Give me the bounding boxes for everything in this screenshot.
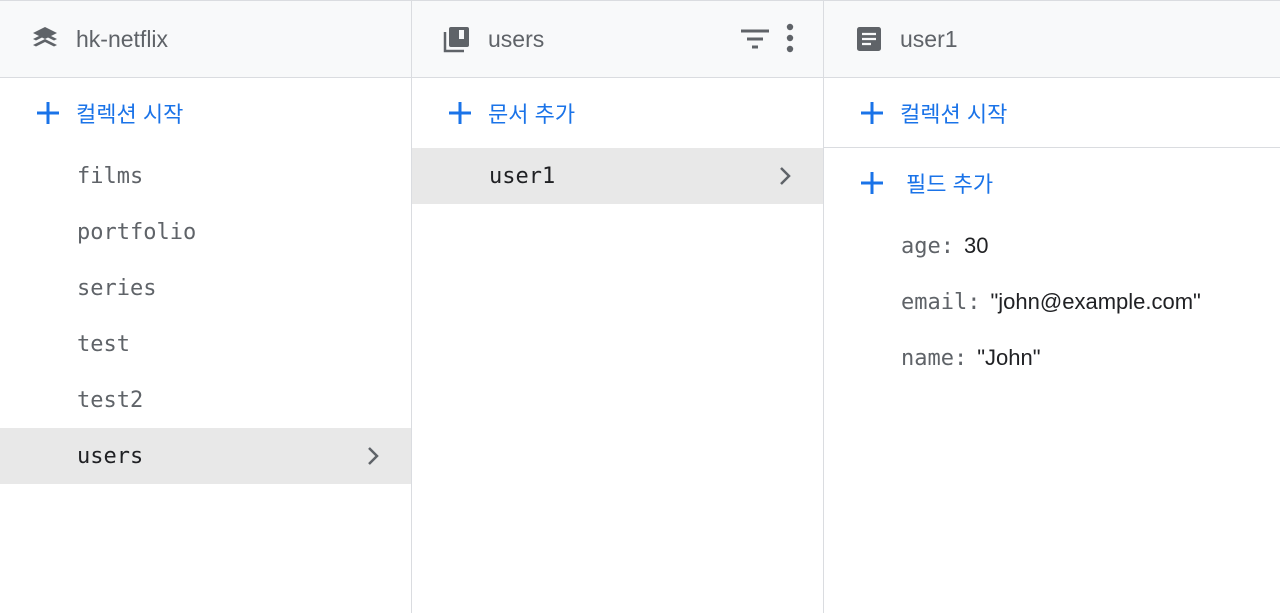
collection-item-test2[interactable]: test2	[0, 372, 411, 428]
plus-icon	[34, 99, 62, 127]
collection-panel: users 문서 추가 user1	[412, 1, 824, 613]
plus-icon	[858, 99, 886, 127]
chevron-right-icon	[780, 167, 791, 185]
chevron-right-icon	[368, 447, 379, 465]
start-subcollection-label: 컬렉션 시작	[900, 101, 1008, 127]
field-row-age[interactable]: age: 30	[824, 218, 1280, 274]
field-value: 30	[963, 233, 989, 258]
collection-icon	[442, 24, 472, 54]
field-key: name:	[901, 345, 968, 371]
filter-icon[interactable]	[739, 23, 771, 60]
start-collection-button[interactable]: 컬렉션 시작	[0, 78, 411, 148]
collection-item-users[interactable]: users	[0, 428, 411, 484]
field-value: "john@example.com"	[990, 289, 1201, 314]
collection-title: users	[488, 25, 545, 52]
add-field-button[interactable]: 필드 추가	[824, 148, 1280, 218]
field-value: "John"	[977, 345, 1041, 370]
document-panel: user1 컬렉션 시작 필드 추가 age: 30 email: "john@…	[824, 1, 1280, 613]
root-panel: hk-netflix 컬렉션 시작 films portfolio series…	[0, 1, 412, 613]
collection-item-films[interactable]: films	[0, 148, 411, 204]
firestore-stack-icon	[30, 24, 60, 54]
collection-panel-header: users	[412, 1, 823, 78]
start-collection-label: 컬렉션 시작	[76, 102, 184, 127]
add-field-label: 필드 추가	[906, 172, 994, 197]
collection-list: films portfolio series test test2 users	[0, 148, 411, 484]
firestore-data-viewer: hk-netflix 컬렉션 시작 films portfolio series…	[0, 0, 1280, 613]
plus-icon	[858, 169, 886, 197]
plus-icon	[446, 99, 474, 127]
document-icon	[854, 24, 884, 54]
add-document-label: 문서 추가	[488, 102, 576, 127]
collection-toolbar	[739, 23, 795, 60]
field-row-name[interactable]: name: "John"	[824, 330, 1280, 386]
document-list: user1	[412, 148, 823, 204]
collection-item-portfolio[interactable]: portfolio	[0, 204, 411, 260]
field-key: age:	[901, 233, 954, 259]
document-item-user1[interactable]: user1	[412, 148, 823, 204]
document-panel-header: user1	[824, 1, 1280, 78]
document-title: user1	[900, 25, 958, 52]
field-list: age: 30 email: "john@example.com" name: …	[824, 218, 1280, 386]
start-subcollection-button[interactable]: 컬렉션 시작	[824, 78, 1280, 148]
add-document-button[interactable]: 문서 추가	[412, 78, 823, 148]
collection-item-test[interactable]: test	[0, 316, 411, 372]
root-panel-header: hk-netflix	[0, 1, 411, 78]
root-title: hk-netflix	[76, 25, 169, 52]
more-vert-icon[interactable]	[785, 23, 795, 60]
collection-item-series[interactable]: series	[0, 260, 411, 316]
field-key: email:	[901, 289, 981, 315]
field-row-email[interactable]: email: "john@example.com"	[824, 274, 1280, 330]
